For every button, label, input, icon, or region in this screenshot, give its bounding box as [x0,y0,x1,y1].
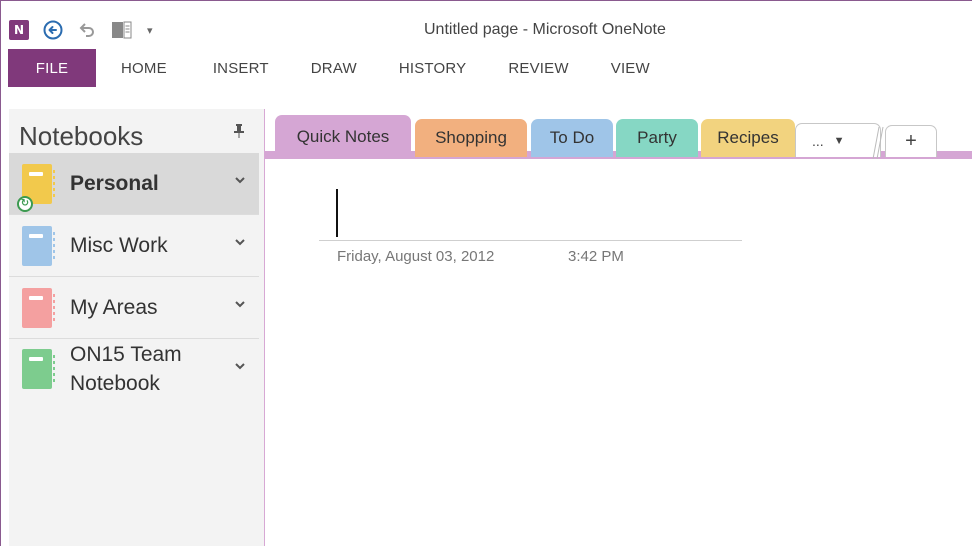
notebook-label-line2: Notebook [70,372,160,395]
title-bar: N ▾ Untitled page - Microsoft OneNote [1,1,972,49]
notebook-label: Misc Work [70,234,168,257]
chevron-down-icon[interactable] [234,235,246,249]
notebook-icon [22,349,55,389]
chevron-down-icon[interactable] [234,359,246,373]
add-section-button[interactable]: + [885,125,937,157]
notebook-label: My Areas [70,296,158,319]
notebooks-pane: Notebooks ↻ Personal Misc Work My Areas [9,109,265,546]
more-sections-button[interactable]: ... ▼ [795,123,881,157]
dropdown-arrow-icon: ▼ [833,134,845,147]
notebook-item-on15-team[interactable]: ON15 Team Notebook [9,339,259,401]
notebook-item-personal[interactable]: ↻ Personal [9,153,259,215]
chevron-down-icon[interactable] [234,173,246,187]
notebooks-header: Notebooks [19,121,144,151]
tab-home[interactable]: HOME [96,49,192,87]
section-tab-quick-notes[interactable]: Quick Notes [275,115,411,159]
notebook-label: ON15 Team [70,343,182,366]
tab-insert[interactable]: INSERT [192,49,290,87]
tab-history[interactable]: HISTORY [378,49,488,87]
section-tabs: Quick Notes Shopping To Do Party Recipes… [265,111,972,159]
page-date: Friday, August 03, 2012 [337,248,495,265]
pin-icon[interactable] [233,123,245,142]
text-cursor [336,189,338,237]
chevron-down-icon[interactable] [234,297,246,311]
section-tab-recipes[interactable]: Recipes [701,119,795,157]
page-canvas[interactable]: Friday, August 03, 2012 3:42 PM [266,159,972,546]
notebook-icon [22,288,55,328]
onenote-window: N ▾ Untitled page - Microsoft OneNote FI… [0,0,972,546]
section-tab-party[interactable]: Party [616,119,698,157]
tab-draw[interactable]: DRAW [290,49,378,87]
notebook-icon [22,226,55,266]
window-title: Untitled page - Microsoft OneNote [424,21,666,38]
tab-view[interactable]: VIEW [590,49,671,87]
sync-icon: ↻ [17,196,33,212]
section-tab-shopping[interactable]: Shopping [415,119,527,157]
page-title-underline [319,240,742,241]
tab-file[interactable]: FILE [8,49,96,87]
notebook-label: Personal [70,172,159,195]
page-time: 3:42 PM [568,248,624,265]
ribbon-tabs: FILE HOME INSERT DRAW HISTORY REVIEW VIE… [1,49,972,87]
section-tab-to-do[interactable]: To Do [531,119,613,157]
notebook-item-my-areas[interactable]: My Areas [9,277,259,339]
notebook-item-misc-work[interactable]: Misc Work [9,215,259,277]
tab-review[interactable]: REVIEW [487,49,589,87]
more-sections-label: ... [812,132,824,149]
